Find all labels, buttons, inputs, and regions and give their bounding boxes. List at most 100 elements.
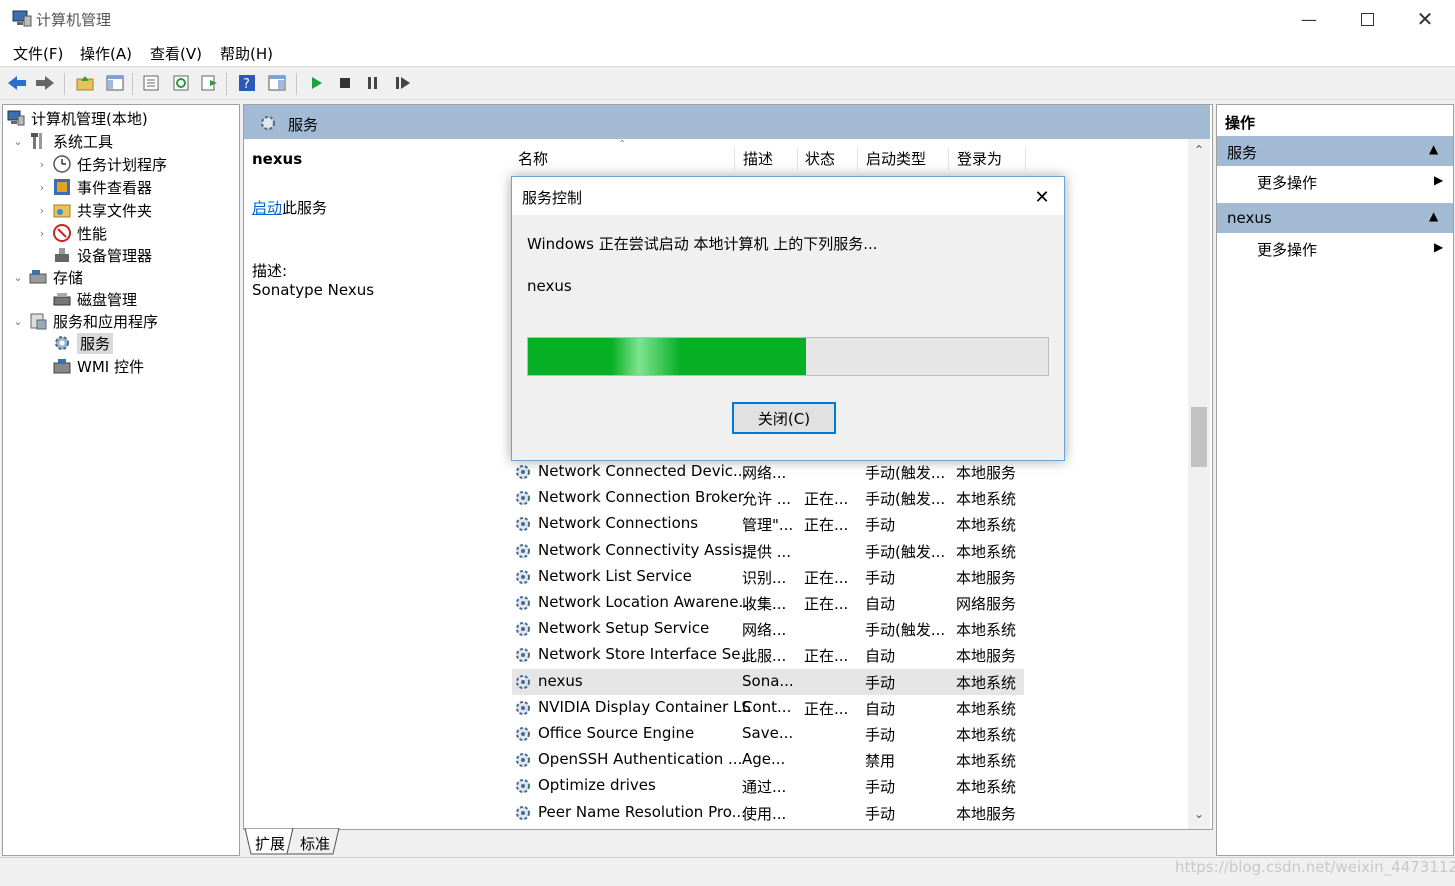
cell-name: Network Setup Service: [538, 619, 710, 638]
export-icon[interactable]: [198, 72, 220, 94]
tree-item-system-tools[interactable]: ⌄ 系统工具: [11, 130, 113, 152]
tree-item-services[interactable]: 服务: [53, 332, 114, 354]
tree-item-wmi[interactable]: WMI 控件: [53, 355, 144, 377]
collapse-icon[interactable]: ▲: [1429, 142, 1438, 156]
minimize-button[interactable]: —: [1280, 0, 1338, 38]
chevron-right-icon[interactable]: ›: [35, 227, 49, 240]
tree-item-disk-management[interactable]: 磁盘管理: [53, 288, 137, 310]
tree-item-device-manager[interactable]: 设备管理器: [53, 244, 152, 266]
cell-logon: 本地服务: [956, 568, 1017, 587]
tree-item-shared-folders[interactable]: › 共享文件夹: [35, 199, 152, 221]
services-gear-icon: [53, 334, 71, 352]
actions-section-services[interactable]: 服务 ▲: [1217, 136, 1453, 166]
device-manager-icon: [53, 246, 71, 264]
service-row[interactable]: Optimize drives 通过... 手动 本地系统: [512, 773, 1256, 799]
service-row[interactable]: Peer Name Resolution Pro... 使用... 手动 本地服务: [512, 800, 1256, 826]
service-row[interactable]: OpenSSH Authentication ... Age... 禁用 本地系统: [512, 747, 1256, 773]
menu-view[interactable]: 查看(V): [150, 43, 202, 64]
column-header-description[interactable]: 描述: [735, 148, 798, 170]
pause-icon[interactable]: [362, 72, 384, 94]
tree-item-event-viewer[interactable]: › 事件查看器: [35, 176, 152, 198]
close-icon: ✕: [1034, 186, 1050, 208]
view-icon[interactable]: [266, 72, 288, 94]
cell-logon: 本地系统: [956, 490, 1017, 509]
tree-item-performance[interactable]: › 性能: [35, 222, 107, 244]
menu-action[interactable]: 操作(A): [80, 43, 132, 64]
column-header-name[interactable]: 名称: [510, 148, 735, 170]
window-title: 计算机管理: [36, 11, 112, 29]
column-header-status[interactable]: 状态: [797, 148, 858, 170]
column-header-startup-type[interactable]: 启动类型: [858, 148, 949, 170]
forward-icon[interactable]: [34, 72, 56, 94]
back-icon[interactable]: [6, 72, 28, 94]
close-button[interactable]: ✕: [1396, 0, 1454, 38]
maximize-button[interactable]: [1338, 0, 1396, 38]
service-row[interactable]: Network Store Interface Se... 此服... 正在... 自…: [512, 642, 1256, 668]
up-folder-icon[interactable]: [74, 72, 96, 94]
service-row[interactable]: Network Connectivity Assis... 提供 ... 手动(触发…: [512, 538, 1256, 564]
restart-icon[interactable]: [392, 72, 414, 94]
play-icon[interactable]: [306, 72, 328, 94]
collapse-icon[interactable]: ▲: [1429, 209, 1438, 223]
actions-pane: 操作 服务 ▲ 更多操作 ▶ nexus ▲ 更多操作 ▶: [1216, 104, 1454, 856]
cell-logon: 网络服务: [956, 595, 1017, 613]
storage-icon: [29, 268, 47, 286]
tab-extended[interactable]: 扩展: [255, 833, 285, 854]
chevron-down-icon[interactable]: ⌄: [11, 271, 25, 284]
chevron-down-icon[interactable]: ⌄: [11, 135, 25, 148]
cell-status: 正在...: [804, 699, 849, 718]
cell-description: 管理"...: [742, 516, 794, 535]
scroll-thumb[interactable]: [1191, 407, 1207, 467]
tree-label: 系统工具: [53, 132, 114, 151]
tree-label: 存储: [53, 268, 84, 287]
chevron-right-icon[interactable]: ›: [35, 158, 49, 171]
more-actions-2[interactable]: 更多操作: [1257, 239, 1317, 260]
service-row[interactable]: Office Source Engine Save... 手动 本地系统: [512, 721, 1256, 747]
tree-item-storage[interactable]: ⌄ 存储: [11, 266, 83, 288]
minimize-icon: —: [1301, 9, 1317, 29]
submenu-arrow-icon: ▶: [1434, 173, 1444, 187]
cell-description: Age...: [742, 750, 786, 769]
scroll-up-icon[interactable]: ⌃: [1194, 143, 1204, 157]
help-icon[interactable]: ?: [236, 72, 258, 94]
service-row[interactable]: Network Connected Devic... 网络... 手动(触发... 本…: [512, 459, 1256, 485]
column-header-logon-as[interactable]: 登录为: [949, 148, 1026, 170]
cell-description: 收集...: [742, 595, 787, 613]
refresh-icon[interactable]: [170, 72, 192, 94]
service-row[interactable]: NVIDIA Display Container LS Cont... 正在... 自…: [512, 695, 1256, 721]
chevron-right-icon[interactable]: ›: [35, 204, 49, 217]
cell-startup: 手动(触发...: [865, 542, 946, 561]
service-row[interactable]: Network List Service 识别... 正在... 手动 本地服务: [512, 564, 1256, 590]
services-gear-icon: [258, 113, 278, 137]
properties-icon[interactable]: [140, 72, 162, 94]
stop-icon[interactable]: [334, 72, 356, 94]
cell-startup: 手动(触发...: [865, 621, 946, 640]
tree-item-task-scheduler[interactable]: › 任务计划程序: [35, 153, 167, 175]
show-tree-icon[interactable]: [104, 72, 126, 94]
menu-help[interactable]: 帮助(H): [220, 43, 273, 64]
service-row[interactable]: Network Connections 管理"... 正在... 手动 本地系统: [512, 511, 1256, 537]
service-gear-icon: [514, 594, 532, 612]
chevron-right-icon[interactable]: ›: [35, 181, 49, 194]
tree-label: 性能: [77, 224, 108, 243]
more-actions-label: 更多操作: [1257, 241, 1318, 259]
start-service-link[interactable]: 启动: [252, 199, 282, 217]
more-actions-1[interactable]: 更多操作: [1257, 172, 1317, 193]
services-apps-icon: [29, 312, 47, 330]
progress-bar: [527, 337, 1049, 376]
service-row[interactable]: nexus Sona... 手动 本地系统: [512, 668, 1024, 695]
chevron-down-icon[interactable]: ⌄: [11, 315, 25, 328]
tree-item-root[interactable]: 计算机管理(本地): [7, 107, 148, 129]
tab-standard[interactable]: 标准: [300, 833, 330, 854]
menu-file[interactable]: 文件(F): [13, 43, 63, 64]
service-row[interactable]: Network Connection Broker 允许 ... 正在... 手动(触…: [512, 485, 1256, 511]
service-row[interactable]: Network Location Awarene... 收集... 正在... 自动 网…: [512, 590, 1256, 616]
watermark: https://blog.csdn.net/weixin_44731123: [1175, 858, 1455, 876]
actions-section-nexus[interactable]: nexus ▲: [1217, 203, 1453, 233]
dialog-close-button[interactable]: ✕: [1024, 183, 1060, 211]
tree-item-services-apps[interactable]: ⌄ 服务和应用程序: [11, 310, 158, 332]
service-row[interactable]: Network Setup Service 网络... 手动(触发... 本地系统: [512, 616, 1256, 642]
cell-description: 网络...: [742, 464, 787, 482]
dialog-close-action-button[interactable]: 关闭(C): [732, 402, 836, 434]
cell-status: 正在...: [804, 568, 849, 587]
